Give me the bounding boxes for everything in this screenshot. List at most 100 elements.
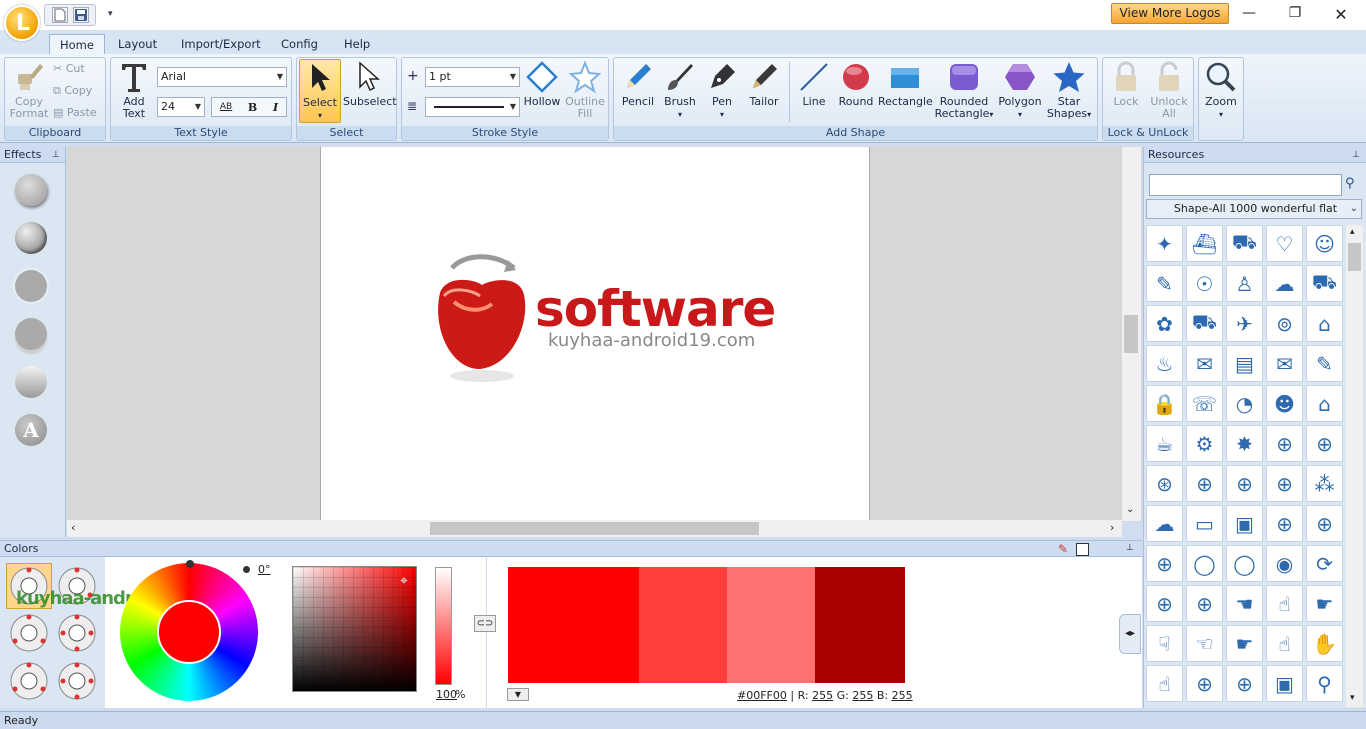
resource-shape-icon[interactable]: ⊕ <box>1266 465 1303 502</box>
resource-shape-icon[interactable]: ☚ <box>1226 585 1263 622</box>
vertical-scroll-thumb[interactable] <box>1124 315 1138 353</box>
eyedropper-icon[interactable]: ✎ <box>1058 542 1068 556</box>
cherry-logo-icon[interactable] <box>430 248 540 388</box>
resource-shape-icon[interactable]: ⛴ <box>1186 225 1223 262</box>
effect-gradient-button[interactable] <box>15 366 47 398</box>
resource-shape-icon[interactable]: ⊚ <box>1266 305 1303 342</box>
resource-category-select[interactable]: Shape-All 1000 wonderful flat ⌄ <box>1146 199 1362 219</box>
resource-shape-icon[interactable]: ✉ <box>1186 345 1223 382</box>
resource-shape-icon[interactable]: ✦ <box>1146 225 1183 262</box>
wheel-handle[interactable] <box>186 560 194 568</box>
rounded-rectangle-shape-button[interactable]: Rounded Rectangle▾ <box>934 60 994 121</box>
resource-shape-icon[interactable]: ⛟ <box>1306 265 1343 302</box>
hex-value[interactable]: #00FF00 <box>737 689 787 702</box>
resource-shape-icon[interactable]: ⊕ <box>1226 665 1263 702</box>
resource-shape-icon[interactable]: ⚙ <box>1186 425 1223 462</box>
resource-shape-icon[interactable]: ⁂ <box>1306 465 1343 502</box>
resource-shape-icon[interactable]: ☁ <box>1146 505 1183 542</box>
resource-shape-icon[interactable]: ✈ <box>1226 305 1263 342</box>
resource-search-input[interactable] <box>1149 174 1342 196</box>
resource-shape-icon[interactable]: ☝ <box>1146 665 1183 702</box>
resource-shape-icon[interactable]: ♨ <box>1146 345 1183 382</box>
color-wheel[interactable] <box>120 563 258 701</box>
resource-shape-icon[interactable]: ✋ <box>1306 625 1343 662</box>
logo-url-text[interactable]: kuyhaa-android19.com <box>548 330 755 351</box>
line-shape-button[interactable]: Line <box>795 60 833 108</box>
resource-shape-icon[interactable]: ⊕ <box>1186 585 1223 622</box>
minimize-icon[interactable]: — <box>1237 5 1261 25</box>
knob-icon[interactable] <box>10 662 48 700</box>
effect-shadow-button[interactable] <box>15 174 47 206</box>
resource-shape-icon[interactable]: 🔒 <box>1146 385 1183 422</box>
resource-shape-icon[interactable]: ◉ <box>1266 545 1303 582</box>
resource-shape-icon[interactable]: ✎ <box>1146 265 1183 302</box>
resource-shape-icon[interactable]: ⌂ <box>1306 305 1343 342</box>
resource-shape-icon[interactable]: ☕ <box>1146 425 1183 462</box>
resource-shape-icon[interactable]: ☛ <box>1226 625 1263 662</box>
tab-import-export[interactable]: Import/Export <box>171 34 271 54</box>
copy-button[interactable]: ⧉ Copy <box>53 82 92 100</box>
tab-home[interactable]: Home <box>49 34 105 55</box>
search-icon[interactable]: ⚲ <box>1345 176 1355 191</box>
bold-button[interactable]: B <box>248 101 257 114</box>
resource-shape-icon[interactable]: ⊕ <box>1146 545 1183 582</box>
resource-shape-icon[interactable]: ☛ <box>1306 585 1343 622</box>
resource-shape-icon[interactable]: ◯ <box>1186 545 1223 582</box>
pin-icon[interactable]: ⊥ <box>1352 147 1360 163</box>
resource-shape-icon[interactable]: ☁ <box>1266 265 1303 302</box>
color-swatch[interactable] <box>727 567 815 683</box>
font-family-select[interactable]: Arial ▼ <box>157 67 287 87</box>
brush-tool-button[interactable]: Brush ▾ <box>660 60 700 121</box>
knob-icon[interactable] <box>58 614 96 652</box>
resource-shape-icon[interactable]: ✎ <box>1306 345 1343 382</box>
resource-shape-icon[interactable]: ♡ <box>1266 225 1303 262</box>
subselect-tool-button[interactable]: Subselect <box>343 60 397 108</box>
font-size-select[interactable]: 24 ▼ <box>157 97 205 117</box>
canvas-horizontal-scrollbar[interactable]: ‹ › <box>67 520 1122 537</box>
effect-text-button[interactable]: A <box>15 414 47 446</box>
resource-shape-icon[interactable]: ⊕ <box>1186 465 1223 502</box>
select-tool-button[interactable]: Select ▾ <box>299 59 341 123</box>
opacity-slider[interactable] <box>435 567 452 685</box>
scroll-up-icon[interactable]: ▴ <box>1350 227 1355 237</box>
stroke-width-select[interactable]: 1 pt ▼ <box>425 67 520 87</box>
swatch-dropdown-icon[interactable]: ▼ <box>507 688 529 701</box>
resource-shape-icon[interactable]: ◔ <box>1226 385 1263 422</box>
resource-scrollbar[interactable]: ▴ ▾ <box>1346 225 1363 707</box>
color-swatch[interactable] <box>815 567 905 683</box>
scroll-down-icon[interactable]: ▾ <box>1350 693 1355 703</box>
resource-shape-icon[interactable]: ⊕ <box>1266 425 1303 462</box>
saturation-value-picker[interactable]: ⌖ <box>292 566 417 692</box>
no-color-checkbox[interactable] <box>1076 543 1089 556</box>
app-logo-icon[interactable]: L <box>4 5 40 41</box>
g-value[interactable]: 255 <box>852 689 873 702</box>
round-shape-button[interactable]: Round <box>836 60 876 108</box>
resource-shape-icon[interactable]: ⌂ <box>1306 385 1343 422</box>
b-value[interactable]: 255 <box>892 689 913 702</box>
pencil-tool-button[interactable]: Pencil <box>618 60 658 108</box>
color-swatch[interactable] <box>639 567 727 683</box>
close-icon[interactable]: ✕ <box>1329 5 1353 25</box>
resource-shape-icon[interactable]: ⚲ <box>1306 665 1343 702</box>
color-swatch[interactable] <box>508 567 639 683</box>
add-text-button[interactable]: Add Text <box>116 60 152 120</box>
resource-scroll-thumb[interactable] <box>1348 243 1361 271</box>
pin-icon[interactable]: ⊥ <box>52 147 60 163</box>
resource-shape-icon[interactable]: ☝ <box>1266 585 1303 622</box>
outline-fill-button[interactable]: Outline Fill <box>564 60 606 120</box>
resource-shape-icon[interactable]: ⊕ <box>1226 465 1263 502</box>
save-icon[interactable] <box>73 7 89 23</box>
resource-shape-icon[interactable]: ☜ <box>1186 625 1223 662</box>
resource-shape-icon[interactable]: ✸ <box>1226 425 1263 462</box>
resource-shape-icon[interactable]: ☝ <box>1266 625 1303 662</box>
polygon-shape-button[interactable]: Polygon ▾ <box>996 60 1044 121</box>
knob-icon[interactable] <box>10 614 48 652</box>
rectangle-shape-button[interactable]: Rectangle <box>878 60 933 108</box>
scroll-right-icon[interactable]: › <box>1110 521 1114 534</box>
resource-shape-icon[interactable]: ♙ <box>1226 265 1263 302</box>
collapse-panel-icon[interactable]: ◂▸ <box>1119 614 1141 654</box>
canvas-vertical-scrollbar[interactable]: ⌄ <box>1122 147 1141 521</box>
pin-icon[interactable]: ⊥ <box>1126 543 1134 553</box>
opacity-value[interactable]: 100 <box>436 688 457 701</box>
resource-shape-icon[interactable]: ☺ <box>1306 225 1343 262</box>
